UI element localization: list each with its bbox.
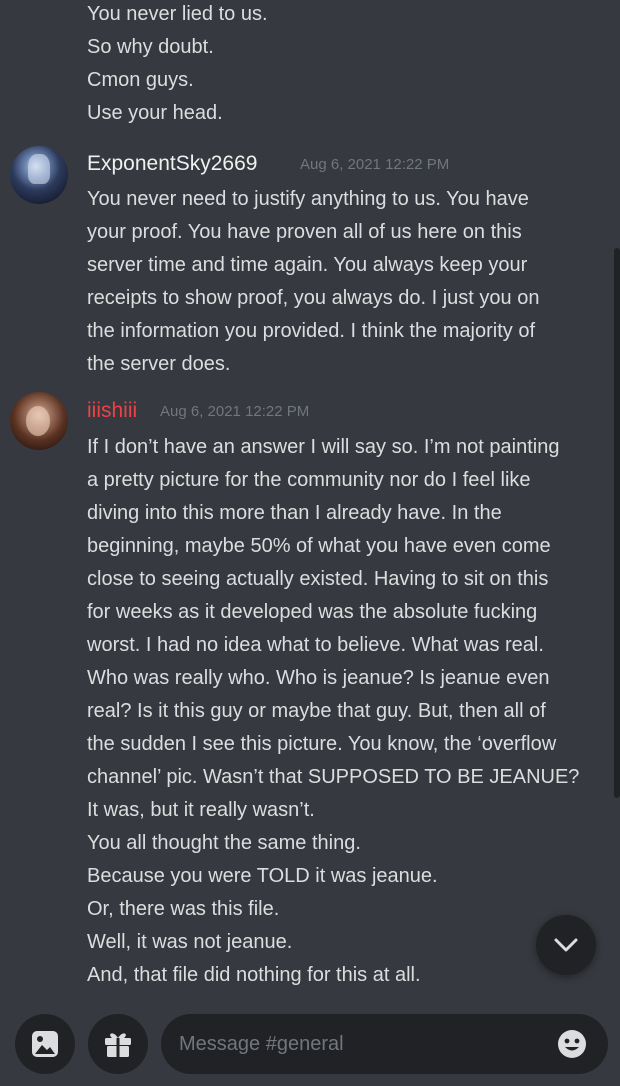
chevron-down-icon <box>554 938 578 952</box>
emoji-button[interactable] <box>556 1028 588 1060</box>
gift-button[interactable] <box>88 1014 148 1074</box>
message-line: your proof. You have proven all of us he… <box>87 221 522 243</box>
message-line: Cmon guys. <box>87 69 194 91</box>
scrollbar[interactable] <box>614 248 620 798</box>
message-line: You never lied to us. <box>87 3 268 25</box>
message-timestamp: Aug 6, 2021 12:22 PM <box>160 403 310 420</box>
message-line: worst. I had no idea what to believe. Wh… <box>87 634 544 656</box>
message-line: server time and time again. You always k… <box>87 254 528 276</box>
message-line: Use your head. <box>87 102 223 124</box>
message-line: It was, but it really wasn’t. <box>87 799 315 821</box>
message-line: Well, it was not jeanue. <box>87 931 293 953</box>
message-line: You all thought the same thing. <box>87 832 361 854</box>
message-input[interactable] <box>179 1014 539 1074</box>
jump-to-present-button[interactable] <box>536 915 596 975</box>
message-list[interactable]: You never lied to us. So why doubt. Cmon… <box>0 0 608 1000</box>
image-icon <box>32 1031 58 1057</box>
avatar[interactable] <box>10 146 68 204</box>
chat-screen: You never lied to us. So why doubt. Cmon… <box>0 0 620 1086</box>
message-line: beginning, maybe 50% of what you have ev… <box>87 535 551 557</box>
upload-image-button[interactable] <box>15 1014 75 1074</box>
emoji-icon <box>558 1030 586 1058</box>
message-line: Or, there was this file. <box>87 898 280 920</box>
message-author[interactable]: ExponentSky2669 <box>87 150 257 178</box>
avatar[interactable] <box>10 392 68 450</box>
message-line: Who was really who. Who is jeanue? Is je… <box>87 667 550 689</box>
gift-icon <box>105 1033 131 1057</box>
message-line: the sudden I see this picture. You know,… <box>87 733 557 755</box>
message-line: channel’ pic. Wasn’t that SUPPOSED TO BE… <box>87 766 580 788</box>
message-line: receipts to show proof, you always do. I… <box>87 287 540 309</box>
message-timestamp: Aug 6, 2021 12:22 PM <box>300 156 450 173</box>
message-line: the server does. <box>87 353 231 375</box>
message-line: a pretty picture for the community nor d… <box>87 469 531 491</box>
message-line: So why doubt. <box>87 36 214 58</box>
message-line: Because you were TOLD it was jeanue. <box>87 865 438 887</box>
message-line: close to seeing actually existed. Having… <box>87 568 549 590</box>
message-input-container <box>161 1014 608 1074</box>
message-line: You never need to justify anything to us… <box>87 188 529 210</box>
message-author[interactable]: iiishiii <box>87 397 137 425</box>
message-line: If I don’t have an answer I will say so.… <box>87 436 560 458</box>
message-line: And, that file did nothing for this at a… <box>87 964 421 986</box>
message-composer-bar <box>0 1000 620 1086</box>
message-line: real? Is it this guy or maybe that guy. … <box>87 700 546 722</box>
message-line: diving into this more than I already hav… <box>87 502 502 524</box>
message-line: for weeks as it developed was the absolu… <box>87 601 538 623</box>
message-line: the information you provided. I think th… <box>87 320 536 342</box>
